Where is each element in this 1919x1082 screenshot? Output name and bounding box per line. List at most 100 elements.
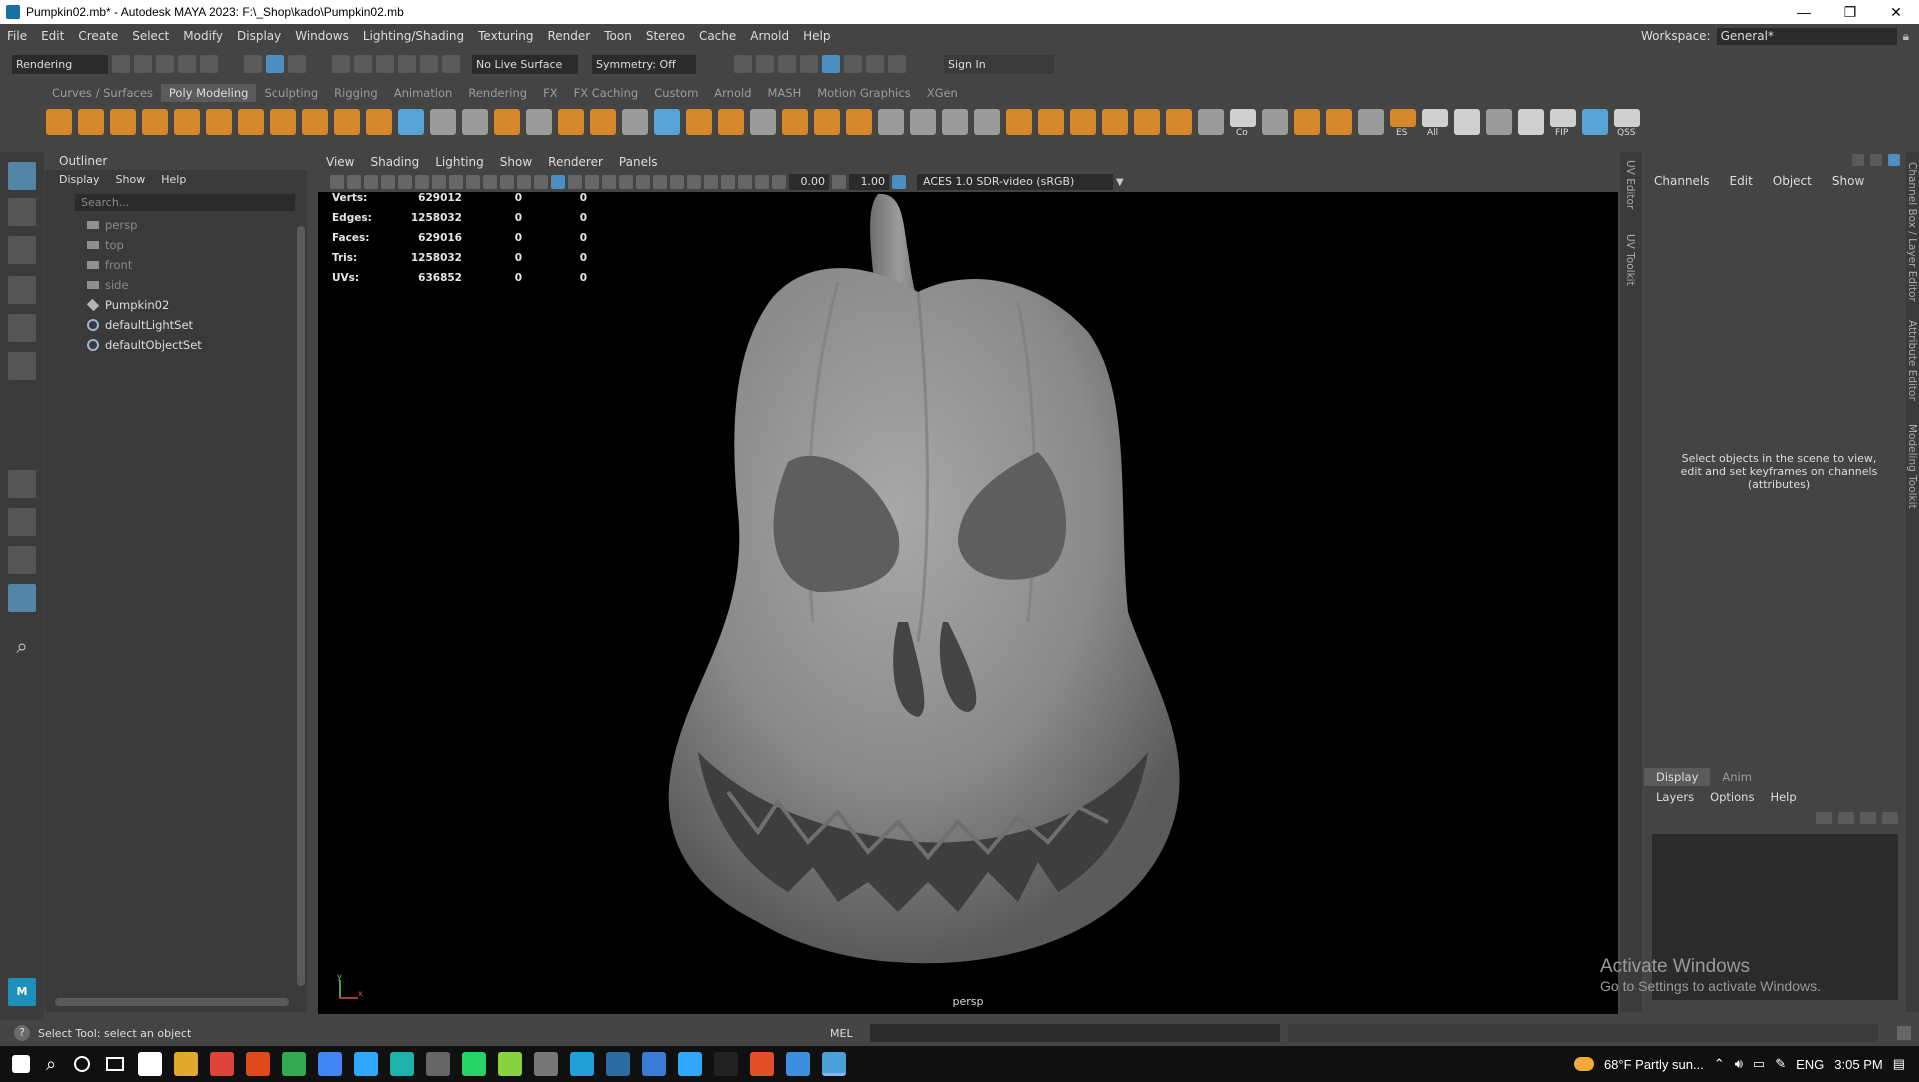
- edit-menu[interactable]: Edit: [1730, 174, 1753, 188]
- gate-mask-icon[interactable]: [483, 175, 497, 189]
- shadows-icon[interactable]: [619, 175, 633, 189]
- menu-file[interactable]: File: [0, 29, 34, 43]
- snap-point-icon[interactable]: [376, 55, 394, 73]
- lasso-tool-icon[interactable]: [8, 198, 36, 226]
- film-gate-icon[interactable]: [449, 175, 463, 189]
- taskbar-app-icon[interactable]: [678, 1052, 703, 1076]
- layers-help-menu[interactable]: Help: [1770, 790, 1796, 804]
- shelf-tab-rendering[interactable]: Rendering: [460, 84, 535, 102]
- smooth-proxy-icon[interactable]: [654, 109, 680, 135]
- viewport-menu-shading[interactable]: Shading: [370, 152, 419, 172]
- mirror-icon[interactable]: [622, 109, 648, 135]
- resolution-gate-icon[interactable]: [466, 175, 480, 189]
- bookmark-icon[interactable]: [364, 175, 378, 189]
- workspace-dropdown[interactable]: General*: [1716, 27, 1897, 45]
- search-icon[interactable]: ⌕: [46, 1054, 56, 1075]
- taskbar-app-icon[interactable]: [570, 1052, 595, 1076]
- outliner-menu-display[interactable]: Display: [59, 170, 100, 190]
- chevron-up-icon[interactable]: ⌃: [1714, 1056, 1725, 1072]
- shelf-tab-poly-modeling[interactable]: Poly Modeling: [160, 84, 257, 102]
- tool-settings-toggle-icon[interactable]: [1888, 154, 1900, 166]
- camera-uv-icon[interactable]: [1262, 109, 1288, 135]
- taskbar-app-icon[interactable]: [210, 1052, 235, 1076]
- camera-attributes-icon[interactable]: [347, 175, 361, 189]
- menu-render[interactable]: Render: [541, 29, 598, 43]
- merge-icon[interactable]: [1102, 109, 1128, 135]
- poke-icon[interactable]: [1134, 109, 1160, 135]
- language-indicator[interactable]: ENG: [1796, 1057, 1824, 1072]
- sign-in-button[interactable]: Sign In: [944, 54, 1054, 74]
- minimize-button[interactable]: —: [1781, 4, 1827, 21]
- outliner-vertical-scrollbar[interactable]: [297, 226, 305, 986]
- shelf-tab-arnold[interactable]: Arnold: [706, 84, 759, 102]
- options-menu[interactable]: Options: [1710, 790, 1754, 804]
- snap-surface-icon[interactable]: [442, 55, 460, 73]
- uv-checker-icon[interactable]: [1454, 109, 1480, 135]
- hypershade-icon[interactable]: [822, 55, 840, 73]
- menu-select[interactable]: Select: [125, 29, 176, 43]
- select-component-icon[interactable]: [288, 55, 306, 73]
- crease-icon[interactable]: [1166, 109, 1192, 135]
- taskbar-app-icon[interactable]: [246, 1052, 271, 1076]
- menu-toon[interactable]: Toon: [597, 29, 639, 43]
- co-tool-icon[interactable]: Co: [1230, 109, 1256, 138]
- snap-live-icon[interactable]: [420, 55, 438, 73]
- menu-create[interactable]: Create: [71, 29, 125, 43]
- colorspace-dropdown[interactable]: ACES 1.0 SDR-video (sRGB): [917, 174, 1113, 190]
- network-icon[interactable]: ▭: [1753, 1056, 1765, 1072]
- command-input[interactable]: [870, 1024, 1280, 1042]
- poly-cone-icon[interactable]: [142, 109, 168, 135]
- unfold-icon[interactable]: [1294, 109, 1320, 135]
- es-tool-icon[interactable]: ES: [1390, 109, 1416, 138]
- append-icon[interactable]: [782, 109, 808, 135]
- menu-cache[interactable]: Cache: [692, 29, 743, 43]
- shelf-tab-curves-surfaces[interactable]: Curves / Surfaces: [44, 84, 161, 102]
- undo-icon[interactable]: [178, 55, 196, 73]
- outliner-item-defaultlightset[interactable]: defaultLightSet: [45, 315, 307, 335]
- quad-draw-icon[interactable]: [974, 109, 1000, 135]
- uv-editor-tab[interactable]: UV Editor: [1624, 160, 1636, 209]
- maximize-button[interactable]: ❐: [1827, 4, 1873, 21]
- camera-select-icon[interactable]: [330, 175, 344, 189]
- outliner-item-persp[interactable]: persp: [45, 215, 307, 235]
- shelf-tab-motion-graphics[interactable]: Motion Graphics: [809, 84, 918, 102]
- menu-display[interactable]: Display: [230, 29, 288, 43]
- textured-icon[interactable]: [585, 175, 599, 189]
- start-button[interactable]: [12, 1055, 30, 1073]
- outliner-item-front[interactable]: front: [45, 255, 307, 275]
- cut-tool-icon[interactable]: [1518, 109, 1544, 135]
- move-tool-icon[interactable]: [8, 276, 36, 304]
- taskbar-app-icon[interactable]: [714, 1052, 739, 1076]
- channels-menu[interactable]: Channels: [1654, 174, 1710, 188]
- circularize-icon[interactable]: [1038, 109, 1064, 135]
- taskbar-app-icon[interactable]: [822, 1052, 847, 1076]
- wireframe-icon[interactable]: [534, 175, 548, 189]
- redo-icon[interactable]: [200, 55, 218, 73]
- taskbar-app-icon[interactable]: [318, 1052, 343, 1076]
- attribute-editor-tab[interactable]: Attribute Editor: [1906, 320, 1918, 401]
- menu-stereo[interactable]: Stereo: [639, 29, 692, 43]
- collapse-icon[interactable]: [1070, 109, 1096, 135]
- ipr-render-icon[interactable]: [778, 55, 796, 73]
- outliner-item-pumpkin02[interactable]: Pumpkin02: [45, 295, 307, 315]
- combine-icon[interactable]: [430, 109, 456, 135]
- pumpkin-model[interactable]: [318, 192, 1618, 1014]
- taskbar-app-icon[interactable]: [606, 1052, 631, 1076]
- menu-lighting-shading[interactable]: Lighting/Shading: [356, 29, 471, 43]
- multisample-icon[interactable]: [670, 175, 684, 189]
- wedge-icon[interactable]: [1006, 109, 1032, 135]
- poly-torus-icon[interactable]: [174, 109, 200, 135]
- layer-tab-anim[interactable]: Anim: [1710, 768, 1764, 786]
- render-settings-icon[interactable]: [800, 55, 818, 73]
- poly-sphere-icon[interactable]: [46, 109, 72, 135]
- weather-icon[interactable]: [1573, 1057, 1594, 1071]
- script-editor-icon[interactable]: [1897, 1026, 1911, 1040]
- shelf-tab-sculpting[interactable]: Sculpting: [256, 84, 326, 102]
- help-icon[interactable]: ?: [14, 1025, 30, 1041]
- menu-arnold[interactable]: Arnold: [743, 29, 796, 43]
- outliner-menu-help[interactable]: Help: [161, 170, 186, 190]
- super-shape-icon[interactable]: [302, 109, 328, 135]
- layout-icon[interactable]: [1326, 109, 1352, 135]
- paint-select-tool-icon[interactable]: [8, 236, 36, 264]
- smooth-shade-icon[interactable]: [551, 175, 565, 189]
